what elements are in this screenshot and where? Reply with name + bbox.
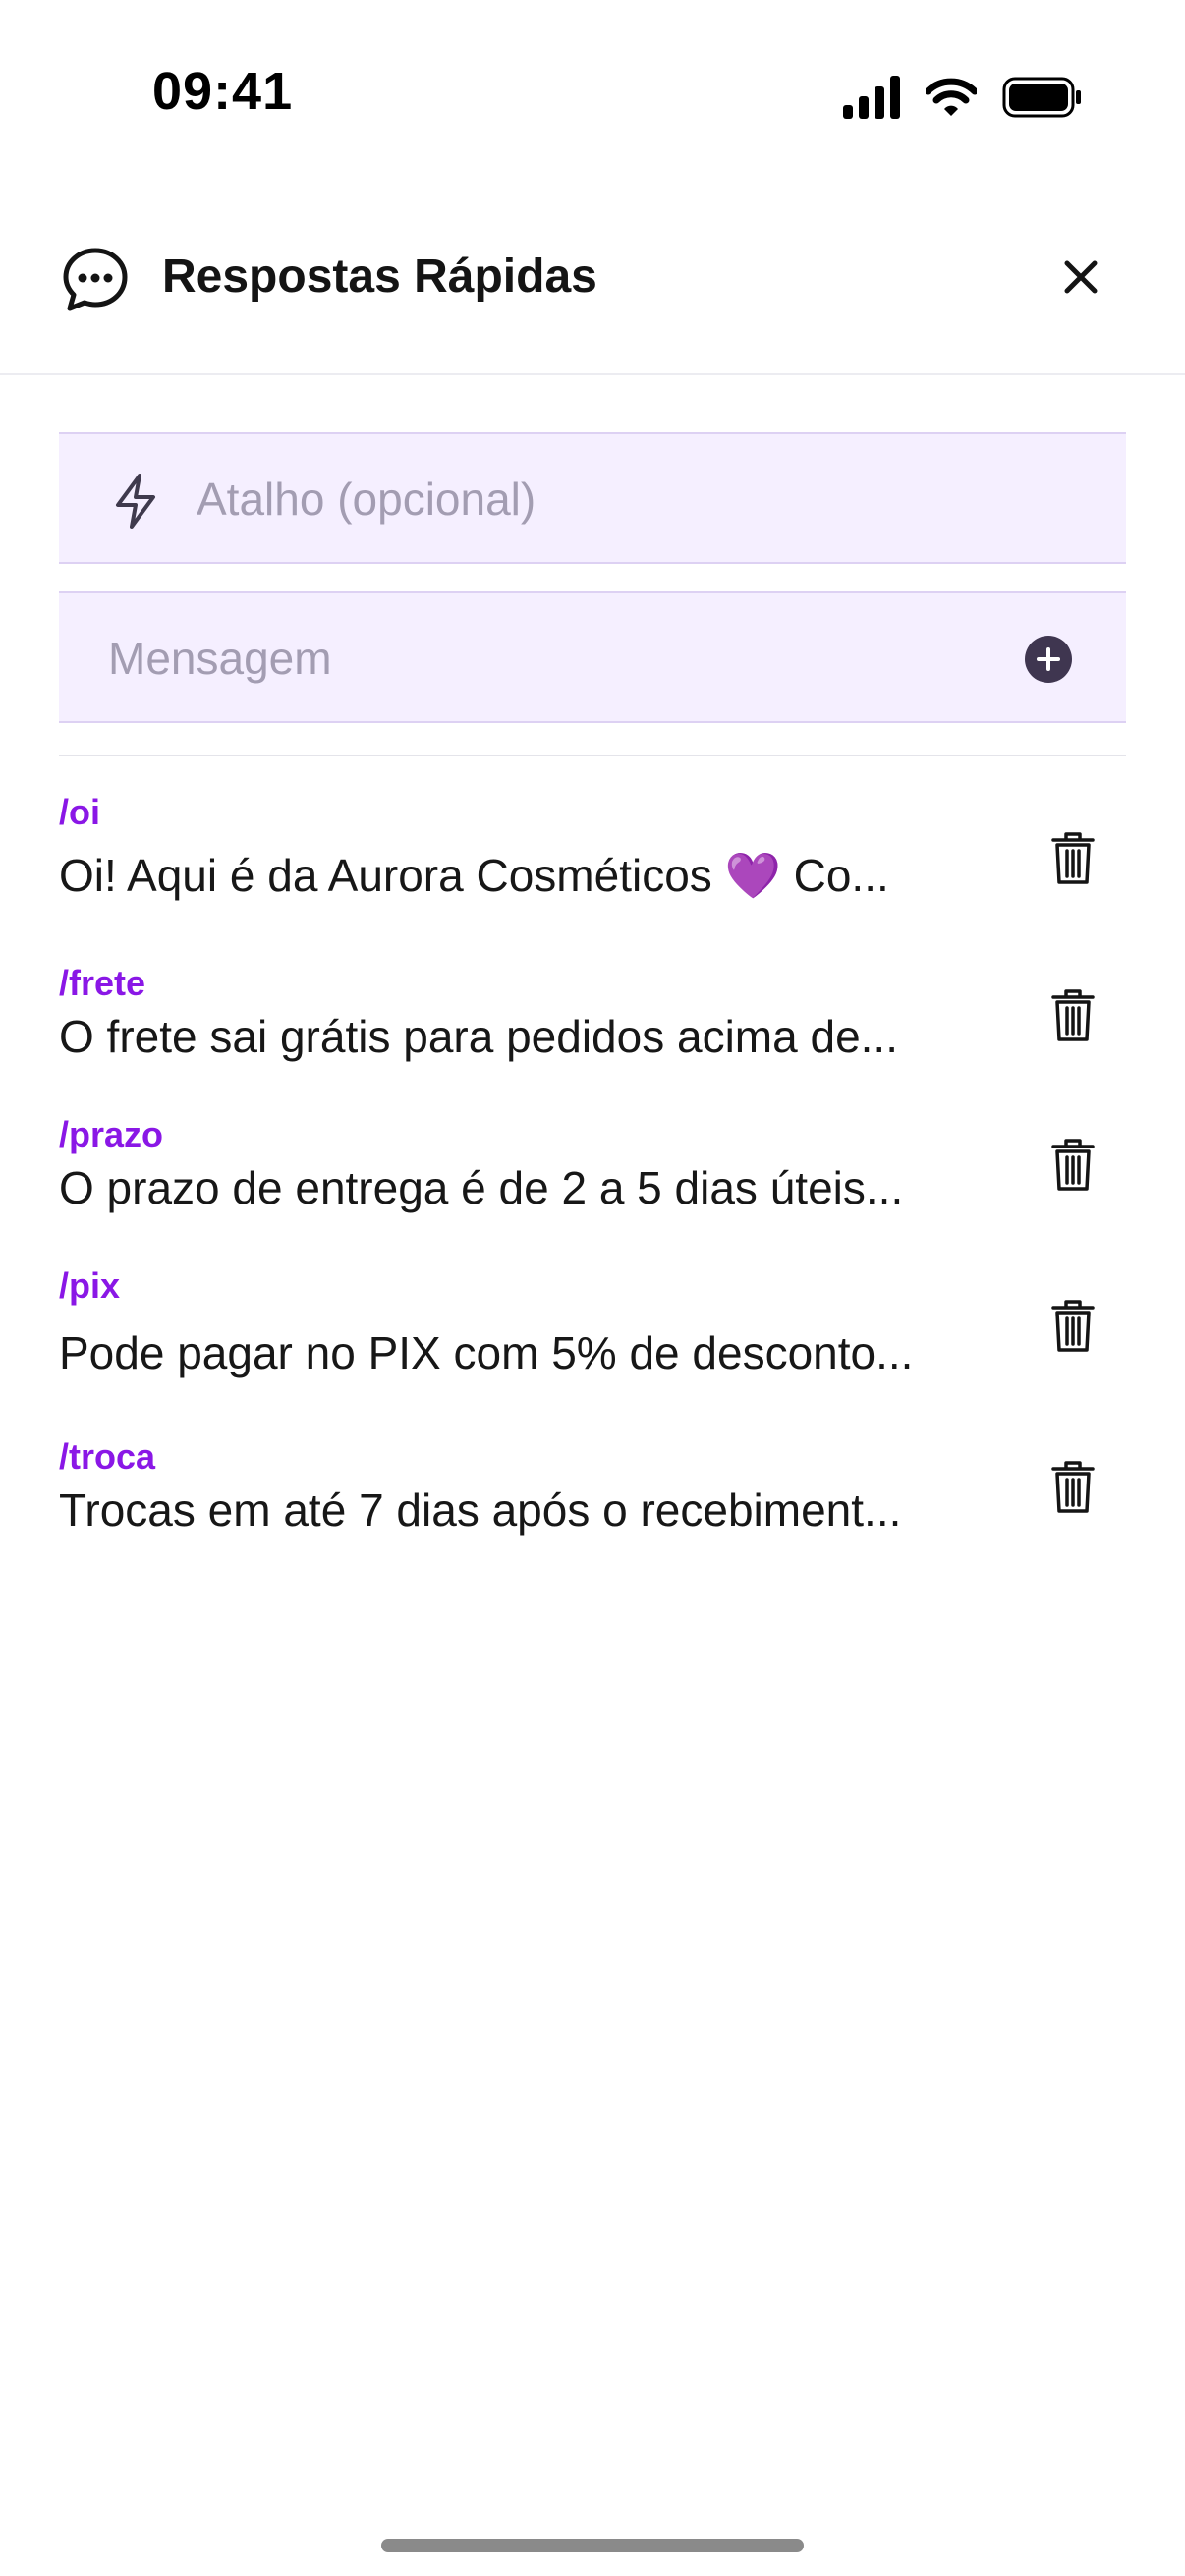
reply-text: Oi! Aqui é da Aurora Cosméticos 💜 Co... [59,850,889,901]
modal-header: Respostas Rápidas [0,226,1185,375]
reply-shortcut: /oi [59,792,100,832]
chat-bubble-icon [63,248,128,311]
delete-button[interactable] [1051,1138,1095,1193]
signal-icon [843,76,900,119]
trash-icon [1051,989,1095,1041]
bolt-icon [116,474,155,529]
home-indicator[interactable] [381,2539,804,2552]
trash-icon [1051,1461,1095,1513]
reply-shortcut: /pix [59,1265,121,1306]
reply-text: O prazo de entrega é de 2 a 5 dias úteis… [59,1162,904,1213]
divider [59,755,1126,756]
list-item[interactable]: /oi Oi! Aqui é da Aurora Cosméticos 💜 Co… [59,792,1126,939]
add-reply-button[interactable] [1024,635,1073,684]
shortcut-field[interactable] [59,432,1126,564]
close-icon [1064,260,1098,294]
list-item[interactable]: /troca Trocas em até 7 dias após o receb… [59,1436,1126,1584]
trash-icon [1051,832,1095,884]
delete-button[interactable] [1051,831,1095,886]
trash-icon [1051,1300,1095,1352]
status-time: 09:41 [152,62,294,121]
delete-button[interactable] [1051,988,1095,1043]
shortcut-input[interactable] [195,434,1083,564]
message-field[interactable] [59,591,1126,723]
list-item[interactable]: /prazo O prazo de entrega é de 2 a 5 dia… [59,1114,1126,1261]
reply-shortcut: /frete [59,963,146,1003]
battery-icon [1002,77,1081,118]
list-item[interactable]: /frete O frete sai grátis para pedidos a… [59,963,1126,1110]
reply-shortcut: /prazo [59,1114,164,1154]
message-input[interactable] [106,593,994,723]
close-button[interactable] [1051,248,1110,307]
delete-button[interactable] [1051,1299,1095,1354]
delete-button[interactable] [1051,1460,1095,1515]
trash-icon [1051,1139,1095,1191]
reply-shortcut: /troca [59,1436,156,1477]
reply-text: Trocas em até 7 dias após o recebiment..… [59,1484,902,1536]
reply-text: O frete sai grátis para pedidos acima de… [59,1011,898,1062]
status-icons [843,71,1083,124]
status-bar: 09:41 [0,0,1185,187]
list-item[interactable]: /pix Pode pagar no PIX com 5% de descont… [59,1265,1126,1413]
page-title: Respostas Rápidas [162,251,597,303]
wifi-icon [926,78,977,116]
reply-text: Pode pagar no PIX com 5% de desconto... [59,1327,914,1378]
